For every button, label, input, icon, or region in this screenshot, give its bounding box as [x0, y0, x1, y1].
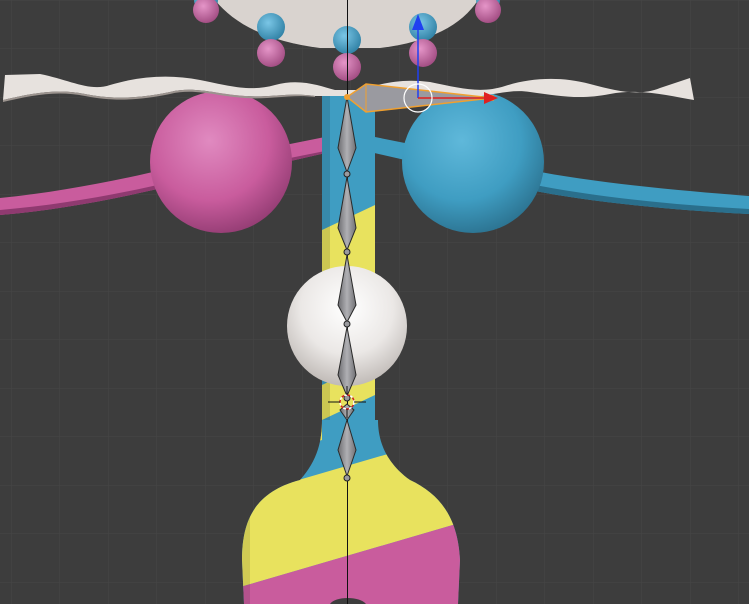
3d-viewport[interactable]: [0, 0, 749, 604]
blue-sphere: [402, 91, 544, 233]
pink-sphere: [150, 91, 292, 233]
bead-pink-right: [409, 39, 437, 67]
viewport-canvas[interactable]: [0, 0, 749, 604]
bead-pink-left: [257, 39, 285, 67]
bead-blue-left: [257, 13, 285, 41]
